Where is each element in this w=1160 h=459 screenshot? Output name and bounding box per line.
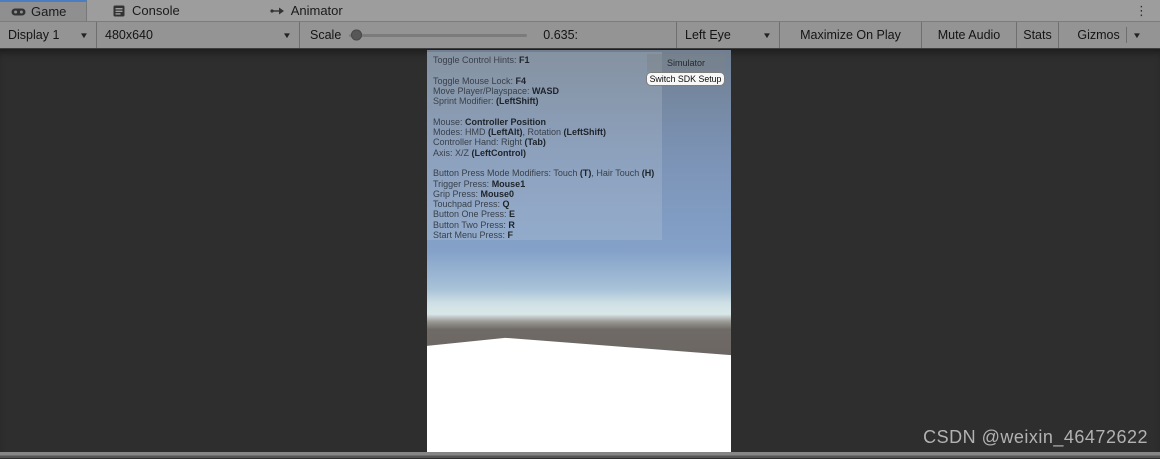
display-dropdown[interactable]: Display 1 ▼ [0, 22, 97, 48]
console-icon [111, 4, 127, 18]
watermark-text: CSDN @weixin_46472622 [923, 427, 1148, 448]
chevron-down-icon: ▼ [79, 31, 89, 40]
tab-bar: Game Console Animator ⋮ [0, 0, 1160, 22]
chevron-down-icon: ▼ [1132, 31, 1142, 40]
game-view-toolbar: Display 1 ▼ 480x640 ▼ Scale 0.635: Left … [0, 22, 1160, 49]
tab-label: Animator [291, 3, 343, 18]
eye-dropdown-value: Left Eye [685, 28, 731, 42]
tab-animator[interactable]: Animator [260, 0, 353, 21]
button-label: Stats [1023, 28, 1052, 42]
display-dropdown-value: Display 1 [8, 28, 59, 42]
hint-line: Sprint Modifier: (LeftShift) [433, 96, 662, 106]
resolution-dropdown[interactable]: 480x640 ▼ [97, 22, 300, 48]
simulator-overlay-label: Simulator [647, 54, 725, 72]
kebab-menu-icon[interactable]: ⋮ [1129, 2, 1154, 19]
maximize-on-play-button[interactable]: Maximize On Play [780, 22, 922, 48]
gizmos-dropdown[interactable]: Gizmos ▼ [1059, 22, 1159, 48]
scale-value: 0.635: [543, 28, 578, 42]
scale-slider-thumb[interactable] [351, 30, 362, 41]
hint-line: Start Menu Press: F [433, 230, 662, 240]
scale-slider[interactable] [349, 34, 527, 37]
hint-line: Move Player/Playspace: WASD [433, 86, 662, 96]
hint-line: Button Two Press: R [433, 220, 662, 230]
scale-control: Scale 0.635: [300, 22, 677, 48]
tab-label: Game [31, 4, 66, 19]
gizmos-label: Gizmos [1077, 28, 1119, 42]
simulator-label-text: Simulator [667, 58, 705, 68]
hint-line [433, 106, 662, 116]
control-hints-overlay: Toggle Control Hints: F1 Toggle Mouse Lo… [427, 52, 662, 240]
eye-dropdown[interactable]: Left Eye ▼ [677, 22, 780, 48]
scale-label: Scale [310, 28, 341, 42]
hint-line: Mouse: Controller Position [433, 117, 662, 127]
hint-line [433, 65, 662, 75]
hint-line: Modes: HMD (LeftAlt), Rotation (LeftShif… [433, 127, 662, 137]
button-label: Maximize On Play [800, 28, 901, 42]
tab-label: Console [132, 3, 180, 18]
hint-line: Toggle Mouse Lock: F4 [433, 76, 662, 86]
chevron-down-icon: ▼ [762, 31, 772, 40]
tab-game[interactable]: Game [0, 0, 87, 21]
stats-button[interactable]: Stats [1017, 22, 1059, 48]
hint-line: Grip Press: Mouse0 [433, 189, 662, 199]
chevron-down-icon: ▼ [282, 31, 292, 40]
separator [1126, 27, 1127, 43]
hint-line: Trigger Press: Mouse1 [433, 179, 662, 189]
hint-line: Button Press Mode Modifiers: Touch (T), … [433, 168, 662, 178]
hint-line: Controller Hand: Right (Tab) [433, 137, 662, 147]
hint-line: Button One Press: E [433, 209, 662, 219]
hint-line: Touchpad Press: Q [433, 199, 662, 209]
gamepad-icon [10, 5, 26, 19]
hint-line: Toggle Control Hints: F1 [433, 55, 662, 65]
resolution-dropdown-value: 480x640 [105, 28, 153, 42]
animator-icon [270, 4, 286, 18]
hint-line [433, 158, 662, 168]
tab-console[interactable]: Console [101, 0, 190, 21]
hint-line: Axis: X/Z (LeftControl) [433, 148, 662, 158]
game-viewport[interactable]: Toggle Control Hints: F1 Toggle Mouse Lo… [427, 50, 731, 452]
button-label: Mute Audio [938, 28, 1001, 42]
mute-audio-button[interactable]: Mute Audio [922, 22, 1017, 48]
switch-sdk-setup-button[interactable]: Switch SDK Setup [646, 72, 725, 86]
game-view-canvas-area: Toggle Control Hints: F1 Toggle Mouse Lo… [0, 49, 1160, 458]
horizontal-scrollbar[interactable] [0, 452, 1160, 458]
